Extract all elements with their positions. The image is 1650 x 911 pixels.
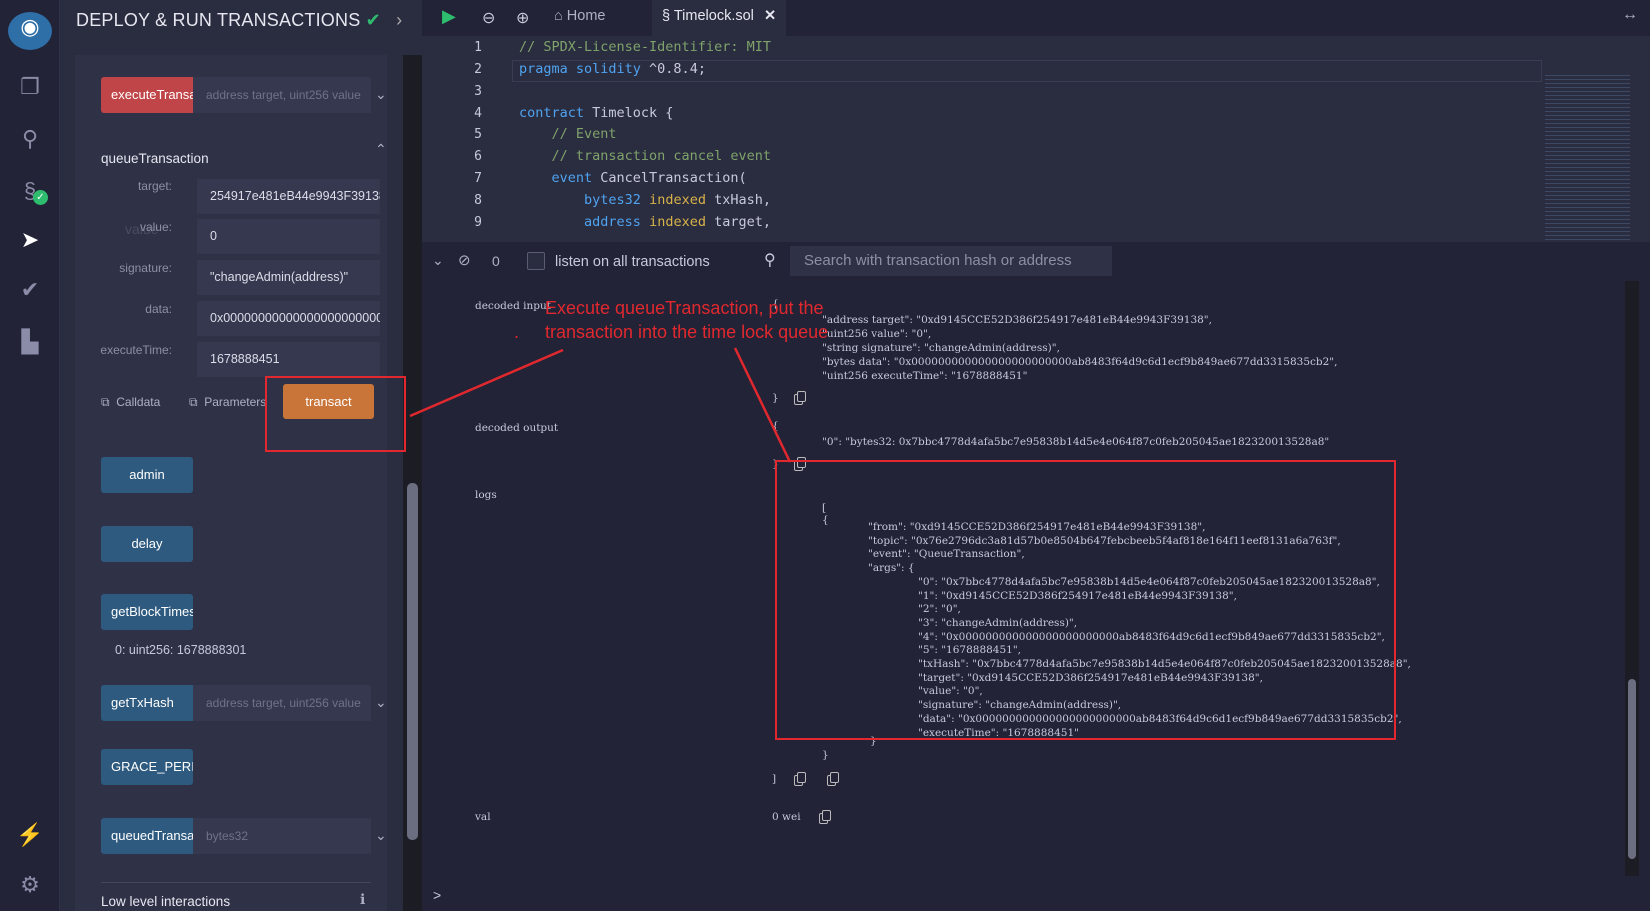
annotation-arrows [409,347,792,463]
annotation-dot: . [514,322,520,342]
annotation-line [733,347,792,463]
annotation-text: Execute queueTransaction, put the [545,298,824,318]
annotation-line [409,348,564,418]
annotation-text: transaction into the time lock queue [545,322,829,342]
